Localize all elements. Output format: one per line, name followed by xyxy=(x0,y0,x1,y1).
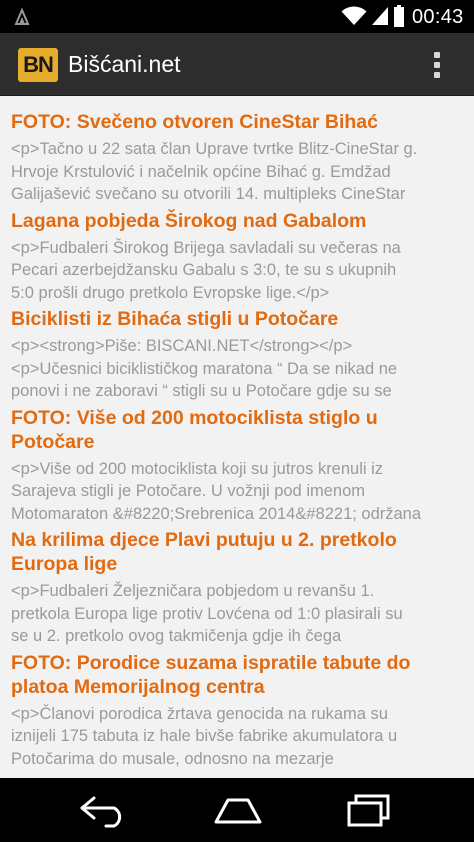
flag-icon xyxy=(14,7,30,25)
article-snippet: <p><strong>Piše: BISCANI.NET</strong></p… xyxy=(11,335,474,403)
snippet-line: 5:0 prošli drugo pretkolo Evropske lige.… xyxy=(11,283,330,302)
snippet-line: Pecari azerbejdžansku Gabalu s 3:0, te s… xyxy=(11,261,397,279)
article-item[interactable]: FOTO: Više od 200 motociklista stiglo u … xyxy=(11,406,474,526)
snippet-line: <p>Fudbaleri Željezničara pobjedom u rev… xyxy=(11,582,375,600)
article-list: FOTO: Svečeno otvoren CineStar Bihać <p>… xyxy=(0,96,474,770)
snippet-line: Galijašević svečano su otvorili 14. mult… xyxy=(11,185,406,203)
snippet-line: <p>Tačno u 22 sata član Uprave tvrtke Bl… xyxy=(11,140,418,158)
article-title[interactable]: FOTO: Svečeno otvoren CineStar Bihać xyxy=(11,110,474,134)
navigation-bar xyxy=(0,778,474,842)
snippet-line: <p>Više od 200 motociklista koji su jutr… xyxy=(11,459,384,478)
snippet-line: Sarajeva stigli je Potočare. U vožnji po… xyxy=(11,482,366,500)
article-item[interactable]: FOTO: Svečeno otvoren CineStar Bihać <p>… xyxy=(11,110,474,206)
home-icon[interactable] xyxy=(210,792,266,828)
article-title[interactable]: FOTO: Porodice suzama ispratile tabute d… xyxy=(11,651,474,699)
snippet-line: <p>Učesnici biciklističkog maratona “ Da… xyxy=(11,359,398,378)
status-time: 00:43 xyxy=(412,6,464,28)
snippet-line: iznijeli 175 tabuta iz hale bivše fabrik… xyxy=(11,727,398,745)
snippet-line: <p><strong>Piše: BISCANI.NET</strong></p… xyxy=(11,337,353,355)
article-item[interactable]: Biciklisti iz Bihaća stigli u Potočare <… xyxy=(11,307,474,403)
article-title[interactable]: FOTO: Više od 200 motociklista stiglo u … xyxy=(11,406,474,454)
snippet-line: Motomaraton &#8220;Srebrenica 2014&#8221… xyxy=(11,504,422,523)
recent-apps-icon[interactable] xyxy=(344,792,394,828)
article-list-container[interactable]: FOTO: Svečeno otvoren CineStar Bihać <p>… xyxy=(0,96,474,778)
app-title: Bišćani.net xyxy=(68,51,181,77)
app-logo[interactable]: BN xyxy=(18,48,58,82)
article-item[interactable]: FOTO: Porodice suzama ispratile tabute d… xyxy=(11,651,474,771)
snippet-line: <p>Fudbaleri Širokog Brijega savladali s… xyxy=(11,238,401,257)
article-title[interactable]: Biciklisti iz Bihaća stigli u Potočare xyxy=(11,307,474,331)
article-snippet: <p>Fudbaleri Željezničara pobjedom u rev… xyxy=(11,580,474,648)
wifi-icon xyxy=(341,6,367,25)
snippet-line: Hrvoje Krstulović i načelnik općine Biha… xyxy=(11,162,391,181)
article-item[interactable]: Na krilima djece Plavi putuju u 2. pretk… xyxy=(11,528,474,648)
article-title[interactable]: Lagana pobjeda Širokog nad Gabalom xyxy=(11,209,474,233)
article-title[interactable]: Na krilima djece Plavi putuju u 2. pretk… xyxy=(11,528,474,576)
snippet-line: se u 2. pretkolo ovog takmičenja gdje ih… xyxy=(11,627,342,645)
article-snippet: <p>Više od 200 motociklista koji su jutr… xyxy=(11,458,474,526)
action-bar: BN Bišćani.net xyxy=(0,33,474,96)
back-icon[interactable] xyxy=(78,792,130,828)
article-snippet: <p>Članovi porodica žrtava genocida na r… xyxy=(11,703,474,771)
overflow-menu-icon[interactable] xyxy=(426,49,448,81)
snippet-line: <p>Članovi porodica žrtava genocida na r… xyxy=(11,704,388,723)
snippet-line: pretkola Europa lige protiv Lovćena od 1… xyxy=(11,604,403,623)
snippet-line: Potočarima do musale, odnosno na mezarje xyxy=(11,749,334,768)
article-snippet: <p>Tačno u 22 sata član Uprave tvrtke Bl… xyxy=(11,138,474,206)
battery-icon xyxy=(394,5,404,27)
status-bar: 00:43 xyxy=(0,0,474,33)
article-item[interactable]: Lagana pobjeda Širokog nad Gabalom <p>Fu… xyxy=(11,209,474,305)
snippet-line: ponovi i ne zaboravi “ stigli su u Potoč… xyxy=(11,382,392,400)
article-snippet: <p>Fudbaleri Širokog Brijega savladali s… xyxy=(11,237,474,305)
signal-icon xyxy=(372,7,388,25)
